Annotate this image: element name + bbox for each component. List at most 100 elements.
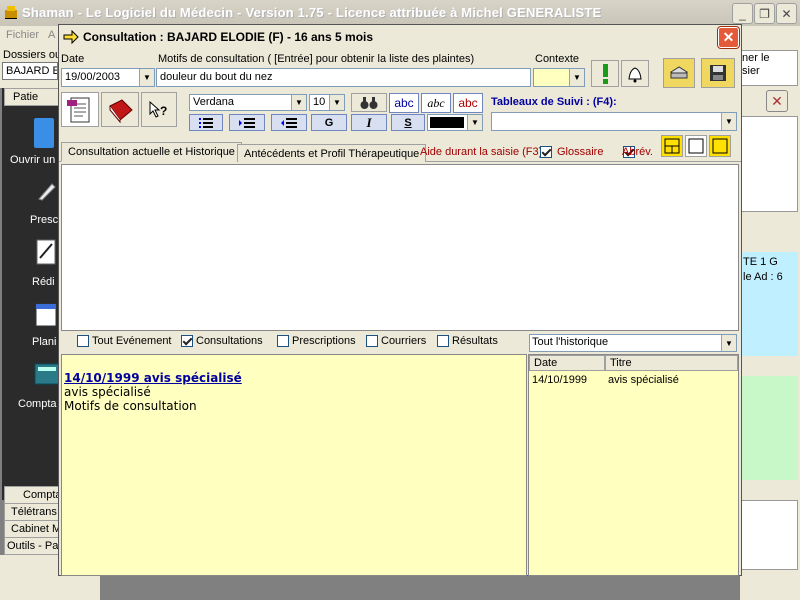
italic-button[interactable]: I [351, 114, 387, 131]
chevron-down-icon[interactable]: ▼ [291, 95, 306, 110]
dictionary-button[interactable] [101, 92, 139, 127]
menu-a[interactable]: A [48, 29, 55, 41]
tab-antecedents[interactable]: Antécédents et Profil Thérapeutique [237, 144, 427, 162]
history-select[interactable]: Tout l'historique ▼ [529, 334, 737, 352]
chevron-down-icon[interactable]: ▼ [721, 335, 736, 351]
contexte-select[interactable]: ▼ [533, 68, 585, 87]
indent-decrease-button[interactable] [271, 114, 307, 131]
filter-courriers[interactable]: Courriers [366, 335, 426, 348]
document-icon[interactable] [34, 238, 58, 266]
pen-icon[interactable] [36, 180, 58, 202]
bottom-button-compta[interactable]: Compta [4, 486, 60, 504]
bold-button[interactable]: G [311, 114, 347, 131]
book-icon [109, 98, 133, 123]
motifs-input[interactable]: douleur du bout du nez [156, 68, 531, 87]
dialog-close-icon[interactable]: ✕ [718, 27, 739, 48]
chevron-down-icon[interactable]: ▼ [139, 69, 154, 86]
bottom-button-outils[interactable]: Outils - Par [4, 537, 60, 555]
sidebar-item-rediger[interactable]: Rédi [32, 276, 55, 288]
find-button[interactable] [351, 93, 387, 112]
tableaux-select[interactable]: ▼ [491, 112, 737, 131]
dossiers-label: Dossiers ou [3, 49, 62, 61]
sidebar-item-ouvrir[interactable]: Ouvrir un [10, 154, 55, 166]
filter-consultations-checkbox[interactable] [181, 335, 193, 348]
notes-button[interactable] [61, 92, 99, 127]
app-icon [5, 6, 17, 19]
filter-tout-evenement[interactable]: Tout Evénement [77, 335, 172, 348]
spell-color-button[interactable]: abc [453, 93, 483, 113]
bullet-list-button[interactable] [189, 114, 223, 131]
consultation-editor[interactable] [61, 164, 739, 331]
bullet-list-icon [199, 117, 213, 128]
exclamation-icon [603, 63, 608, 84]
filter-resultats-checkbox[interactable] [437, 335, 449, 348]
list-header-titre[interactable]: Titre [605, 355, 738, 371]
svg-text:?: ? [160, 104, 167, 118]
filter-courriers-checkbox[interactable] [366, 335, 378, 348]
sidebar-item-planning[interactable]: Plani [32, 336, 56, 348]
menu-fichier[interactable]: Fichier [6, 29, 39, 41]
binoculars-icon [360, 96, 378, 109]
sidebar-item-compta[interactable]: Compta [18, 398, 57, 410]
background-patient-field[interactable]: BAJARD E [2, 62, 58, 80]
right-panel-text-2: le Ad : 6 [743, 271, 783, 283]
indent-increase-button[interactable] [229, 114, 265, 131]
text-color-select[interactable]: ▼ [427, 114, 483, 131]
font-size-select[interactable]: 10 ▼ [309, 94, 345, 111]
list-row-titre: avis spécialisé [608, 374, 679, 386]
history-panel: 14/10/1999 avis spécialisé avis spéciali… [61, 354, 527, 576]
main-window-title: Shaman - Le Logiciel du Médecin - Versio… [22, 5, 602, 20]
filter-tout-evenement-checkbox[interactable] [77, 335, 89, 348]
chevron-down-icon[interactable]: ▼ [329, 95, 344, 110]
bottom-button-teletrans[interactable]: Télétrans [4, 503, 60, 521]
font-name-select[interactable]: Verdana ▼ [189, 94, 307, 111]
spell-style-button[interactable]: abc [421, 93, 451, 113]
date-field[interactable]: 19/00/2003 ▼ [61, 68, 155, 87]
list-header-date[interactable]: Date [529, 355, 605, 371]
layout-yellow-button[interactable] [709, 135, 731, 157]
spell-check-button[interactable]: abc [389, 93, 419, 113]
filter-prescriptions-label: Prescriptions [292, 335, 356, 347]
alert-button[interactable] [591, 60, 619, 87]
aide-checkbox[interactable] [540, 146, 552, 159]
tab-consultation[interactable]: Consultation actuelle et Historique [61, 142, 242, 162]
font-size-value: 10 [313, 96, 326, 108]
chevron-down-icon[interactable]: ▼ [467, 115, 482, 130]
sidebar-item-prescriptions[interactable]: Presc [30, 214, 58, 226]
list-row[interactable]: 14/10/1999 avis spécialisé [529, 373, 738, 387]
background-close-icon[interactable]: ✕ [766, 90, 788, 112]
glossaire-label: Glossaire [557, 146, 604, 158]
folder-icon[interactable] [34, 118, 54, 148]
calendar-icon[interactable] [34, 300, 58, 328]
close-icon[interactable]: ✕ [776, 3, 797, 24]
layout-white-button[interactable] [685, 135, 707, 157]
sidebar-header[interactable]: Patie [4, 88, 60, 106]
layout-split-button[interactable] [661, 135, 683, 157]
aide-label: Aide durant la saisie (F3): [420, 146, 546, 158]
layout-split-icon [664, 138, 680, 154]
filter-prescriptions[interactable]: Prescriptions [277, 335, 356, 348]
print-button[interactable] [663, 58, 695, 88]
filter-consultations[interactable]: Consultations [181, 335, 263, 348]
history-entry-link[interactable]: 14/10/1999 avis spécialisé [64, 371, 524, 385]
abrev-label: Abrév. [622, 146, 653, 158]
history-list: Date Titre 14/10/1999 avis spécialisé [528, 354, 739, 576]
filter-resultats[interactable]: Résultats [437, 335, 498, 348]
background-sidebar [2, 88, 60, 500]
save-button[interactable] [701, 58, 735, 88]
calculator-icon[interactable] [34, 362, 60, 386]
layout-yellow-icon [712, 138, 728, 154]
chevron-down-icon[interactable]: ▼ [569, 69, 584, 86]
restore-icon[interactable]: ❐ [754, 3, 775, 24]
filter-tout-evenement-label: Tout Evénement [92, 335, 172, 347]
history-select-value: Tout l'historique [532, 336, 609, 348]
date-value: 19/00/2003 [65, 71, 121, 83]
right-snippet-2: sier [742, 65, 760, 77]
reminder-button[interactable] [621, 60, 649, 87]
filter-prescriptions-checkbox[interactable] [277, 335, 289, 348]
bottom-button-cabinet[interactable]: Cabinet M [4, 520, 60, 538]
underline-button[interactable]: S [391, 114, 425, 131]
minimize-icon[interactable]: _ [732, 3, 753, 24]
help-button[interactable]: ? [141, 92, 177, 127]
chevron-down-icon[interactable]: ▼ [721, 113, 736, 130]
